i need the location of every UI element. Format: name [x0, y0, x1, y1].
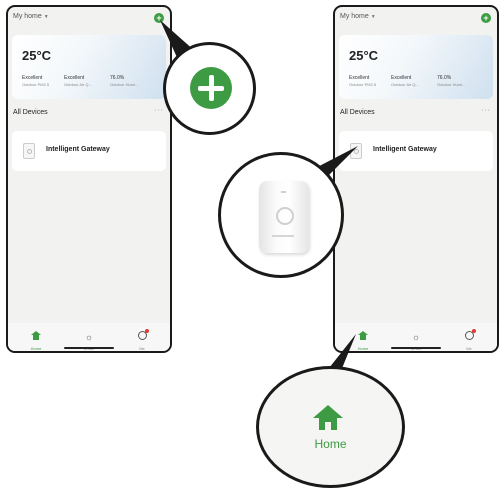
- home-indicator: [64, 347, 114, 349]
- top-bar: My home ▼ +: [335, 7, 497, 29]
- section-title: All Devices: [13, 109, 48, 116]
- gateway-device-image: [259, 181, 309, 253]
- plus-circle-icon: [190, 67, 232, 109]
- zoom-gateway-device: [218, 152, 344, 278]
- device-card-gateway[interactable]: Intelligent Gateway: [12, 131, 166, 171]
- home-icon: [31, 331, 41, 340]
- home-selector[interactable]: My home ▼: [340, 13, 376, 20]
- more-icon[interactable]: ···: [481, 107, 491, 114]
- temperature: 25°C: [22, 48, 52, 63]
- chevron-down-icon: ▼: [370, 14, 376, 20]
- weather-card: 25°C Excellent Outdoor PM2.5 Excellent Out…: [339, 35, 493, 99]
- tab-me[interactable]: Me: [122, 327, 162, 351]
- phone-screen-left: My home ▼ + 25°C Excellent Outdoor PM2.5 E…: [6, 5, 172, 353]
- home-indicator: [391, 347, 441, 349]
- sun-icon: ☼: [411, 332, 421, 342]
- tab-me[interactable]: Me: [449, 327, 489, 351]
- tab-bar: Home ☼ Smart Me: [335, 323, 497, 351]
- profile-icon: [137, 329, 149, 340]
- zoom-home-tab: Home: [256, 366, 405, 488]
- add-device-button[interactable]: +: [154, 13, 164, 23]
- weather-stat: Excellent Outdoor Air Q...: [64, 75, 92, 87]
- device-name: Intelligent Gateway: [373, 146, 437, 153]
- device-card-gateway[interactable]: Intelligent Gateway: [339, 131, 493, 171]
- add-device-button[interactable]: +: [481, 13, 491, 23]
- home-title: My home: [13, 13, 42, 20]
- weather-card: 25°C Excellent Outdoor PM2.5 Excellent Out…: [12, 35, 166, 99]
- device-name: Intelligent Gateway: [46, 146, 110, 153]
- weather-stat: 76.0% Outdoor Humi...: [110, 75, 139, 87]
- chevron-down-icon: ▼: [43, 14, 49, 20]
- home-selector[interactable]: My home ▼: [13, 13, 49, 20]
- gateway-icon: [23, 143, 35, 159]
- weather-stat: 76.0% Outdoor Humi...: [437, 75, 466, 87]
- section-title: All Devices: [340, 109, 375, 116]
- weather-stat: Excellent Outdoor Air Q...: [391, 75, 419, 87]
- tab-home[interactable]: Home: [16, 327, 56, 351]
- more-icon[interactable]: ···: [154, 107, 164, 114]
- phone-screen-right: My home ▼ + 25°C Excellent Outdoor PM2.5 E…: [333, 5, 499, 353]
- home-icon: [358, 331, 368, 340]
- home-icon: [313, 405, 343, 431]
- home-tab-label: Home: [314, 437, 347, 451]
- weather-stat: Excellent Outdoor PM2.5: [349, 75, 377, 87]
- top-bar: My home ▼ +: [8, 7, 170, 29]
- profile-icon: [464, 329, 476, 340]
- tab-home[interactable]: Home: [343, 327, 383, 351]
- gateway-icon: [350, 143, 362, 159]
- weather-stat: Excellent Outdoor PM2.5: [22, 75, 50, 87]
- home-title: My home: [340, 13, 369, 20]
- temperature: 25°C: [349, 48, 379, 63]
- zoom-add-button: [163, 42, 256, 135]
- tab-bar: Home ☼ Smart Me: [8, 323, 170, 351]
- sun-icon: ☼: [84, 332, 94, 342]
